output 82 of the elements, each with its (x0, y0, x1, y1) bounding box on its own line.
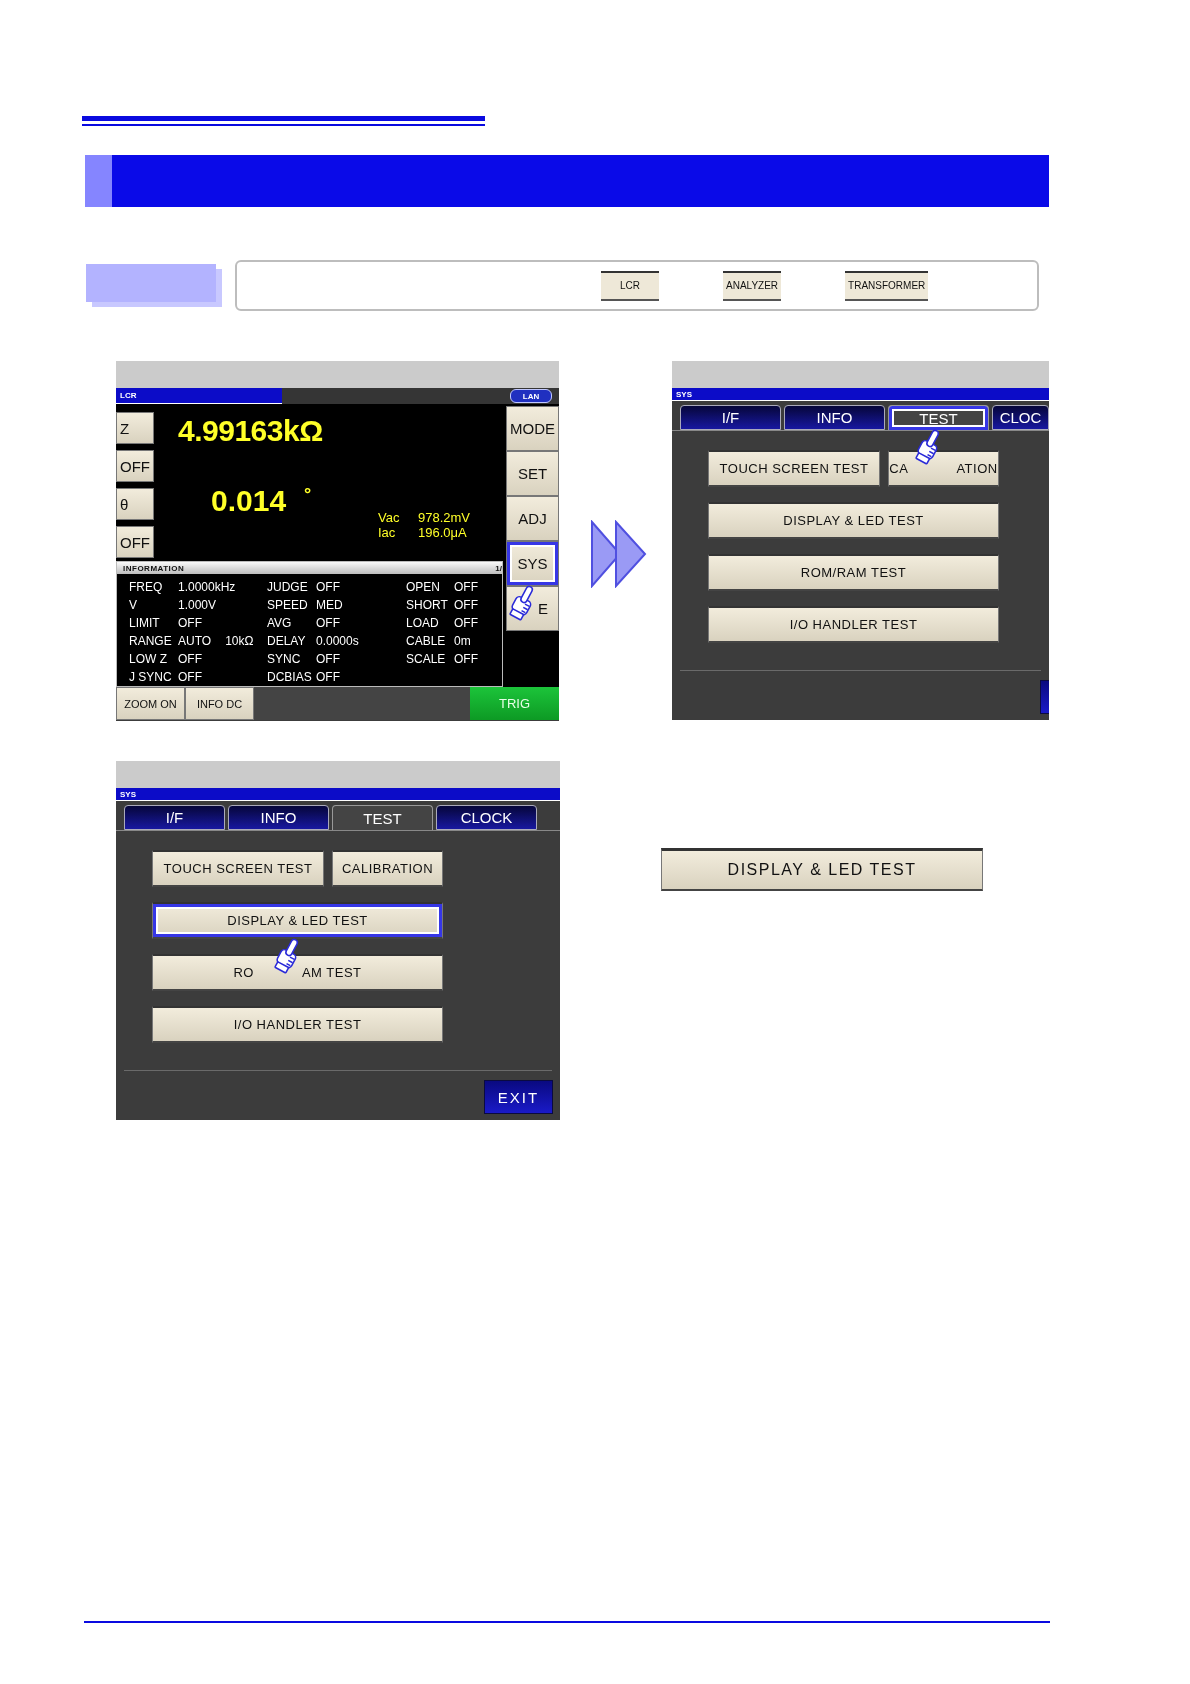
tab[interactable]: I/F (124, 805, 225, 830)
primary-reading: 4.99163kΩ (178, 414, 324, 448)
info-label: CABLE (406, 634, 447, 648)
info-value: MED (316, 598, 344, 612)
mode-button[interactable]: LCR (601, 270, 659, 301)
screen-title: LCR (116, 388, 282, 404)
info-value: OFF (316, 670, 341, 684)
info-label: LOW Z (129, 652, 168, 666)
tab[interactable]: CLOCK (436, 805, 537, 830)
monitor-value: 196.0μA (418, 525, 468, 540)
info-value: AUTO (178, 634, 212, 648)
info-label: AVG (267, 616, 293, 630)
tab[interactable]: TEST (888, 405, 989, 430)
test-button[interactable]: DISPLAY & LED TEST (708, 502, 999, 539)
page-indicator: 1/ (495, 563, 502, 573)
monitor-label: Vac (378, 510, 401, 525)
monitor-label: Iac (378, 525, 397, 540)
info-value: 10kΩ (225, 634, 254, 648)
monitor-value: 978.2mV (418, 510, 472, 525)
double-arrow-icon (590, 520, 648, 588)
side-key[interactable]: SYS (506, 541, 559, 586)
test-button[interactable]: I/O HANDLER TEST (152, 1006, 443, 1043)
parameter-key[interactable]: Z (116, 412, 154, 444)
info-label: V (129, 598, 138, 612)
parameter-key[interactable]: OFF (116, 450, 154, 482)
tab[interactable]: INFO (228, 805, 329, 830)
info-value: OFF (316, 580, 341, 594)
tab[interactable]: I/F (680, 405, 781, 430)
panel-title: INFORMATION (123, 563, 185, 573)
info-label: SHORT (406, 598, 449, 612)
info-label: FREQ (129, 580, 164, 594)
screen-title: SYS (672, 388, 1049, 401)
info-value: OFF (178, 652, 203, 666)
test-button[interactable]: I/O HANDLER TEST (708, 606, 999, 643)
info-label: J SYNC (129, 670, 173, 684)
info-label: DCBIAS (267, 670, 313, 684)
side-key[interactable]: MODE (506, 406, 559, 451)
lan-indicator: LAN (510, 389, 552, 403)
test-button[interactable]: DISPLAY & LED TEST (152, 902, 443, 939)
info-value: 1.000V (178, 598, 218, 612)
info-value: OFF (454, 652, 479, 666)
secondary-reading: 0.014 (211, 484, 287, 518)
info-value: OFF (454, 580, 479, 594)
tab[interactable]: CLOC (992, 405, 1049, 430)
tab[interactable]: TEST (332, 805, 433, 830)
info-label: SYNC (267, 652, 302, 666)
info-value: 1.0000kHz (178, 580, 237, 594)
side-key[interactable]: SET (506, 451, 559, 496)
toggle-button[interactable]: INFO DC (185, 687, 254, 720)
test-button[interactable]: ROM/RAM TEST (708, 554, 999, 591)
info-value: OFF (316, 616, 341, 630)
info-label: LIMIT (129, 616, 161, 630)
toggle-button[interactable]: ZOOM ON (116, 687, 185, 720)
side-key[interactable]: ADJ (506, 496, 559, 541)
tab[interactable]: INFO (784, 405, 885, 430)
mode-button[interactable]: ANALYZER (723, 270, 782, 301)
info-label: SPEED (267, 598, 309, 612)
exit-button[interactable]: EXIT (484, 1080, 553, 1114)
mode-button[interactable]: TRANSFORMER (845, 270, 929, 301)
test-button[interactable]: RO AM TEST (152, 954, 443, 991)
test-button[interactable]: CALIBRATION (332, 850, 443, 887)
test-button[interactable]: TOUCH SCREEN TEST (152, 850, 324, 887)
screen-title: SYS (116, 788, 560, 801)
info-value: OFF (316, 652, 341, 666)
info-value: OFF (178, 616, 203, 630)
info-value: 0m (454, 634, 472, 648)
test-button[interactable]: CA ATION (888, 450, 999, 487)
info-label: SCALE (406, 652, 447, 666)
info-value: OFF (454, 598, 479, 612)
parameter-key[interactable]: OFF (116, 526, 154, 558)
info-label: LOAD (406, 616, 440, 630)
info-value: 0.0000s (316, 634, 360, 648)
test-button[interactable]: DISPLAY & LED TEST (661, 848, 983, 891)
info-label: JUDGE (267, 580, 309, 594)
reading-unit: ° (304, 484, 312, 505)
info-label: RANGE (129, 634, 173, 648)
info-value: OFF (178, 670, 203, 684)
info-label: DELAY (267, 634, 307, 648)
info-value: OFF (454, 616, 479, 630)
parameter-key[interactable]: θ (116, 488, 154, 520)
test-button[interactable]: TOUCH SCREEN TEST (708, 450, 880, 487)
info-label: OPEN (406, 580, 441, 594)
